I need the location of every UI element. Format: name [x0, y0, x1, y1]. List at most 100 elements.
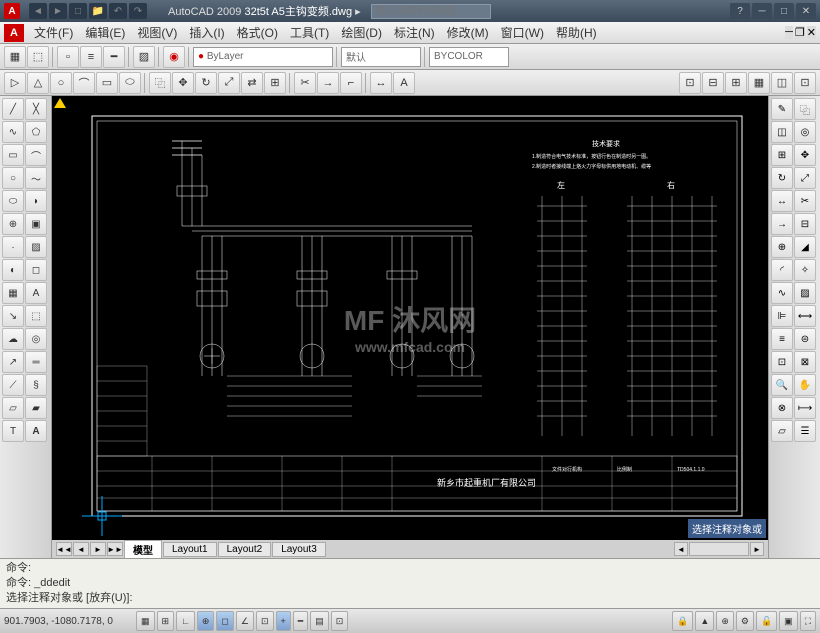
- draw-xline-icon[interactable]: ╳: [25, 98, 47, 120]
- toolbar-lock-button[interactable]: 🔓: [756, 611, 777, 631]
- draw-leader-icon[interactable]: ↘: [2, 305, 24, 327]
- draw-block-icon[interactable]: ▣: [25, 213, 47, 235]
- command-window[interactable]: 命令: 命令: _ddedit 选择注释对象或 [放弃(U)]:: [0, 558, 820, 608]
- menu-draw[interactable]: 绘图(D): [335, 22, 388, 43]
- tool-array-icon[interactable]: ⊞: [264, 72, 286, 94]
- tool-extend-icon[interactable]: →: [317, 72, 339, 94]
- hscroll-left-button[interactable]: ◄: [674, 542, 688, 556]
- cmd-prompt[interactable]: 选择注释对象或 [放弃(U)]:: [6, 591, 814, 606]
- grid-toggle[interactable]: ⊞: [157, 611, 175, 631]
- tool-rotate-icon[interactable]: ↻: [195, 72, 217, 94]
- cleanscreen-button[interactable]: ⛶: [800, 611, 816, 631]
- nav-new-button[interactable]: □: [69, 3, 87, 19]
- tool-rect-icon[interactable]: ▭: [96, 72, 118, 94]
- search-input[interactable]: [371, 4, 491, 19]
- draw-boundary-icon[interactable]: ▱: [2, 397, 24, 419]
- mod-explode-icon[interactable]: ✧: [794, 259, 816, 281]
- draw-ellipsearc-icon[interactable]: ◗: [25, 190, 47, 212]
- mod-array-icon[interactable]: ⊞: [771, 144, 793, 166]
- menu-edit[interactable]: 编辑(E): [79, 22, 131, 43]
- mod-extend-icon[interactable]: →: [771, 213, 793, 235]
- draw-pline-icon[interactable]: ∿: [2, 121, 24, 143]
- mod-offset-icon[interactable]: ◎: [794, 121, 816, 143]
- mod-ungroup-icon[interactable]: ⊠: [794, 351, 816, 373]
- tab-first-button[interactable]: ◄◄: [56, 542, 72, 556]
- menu-modify[interactable]: 修改(M): [441, 22, 495, 43]
- mod-zoom-icon[interactable]: 🔍: [771, 374, 793, 396]
- menu-dimension[interactable]: 标注(N): [388, 22, 441, 43]
- drawing-canvas[interactable]: 技术要求 1.制造符合电气技术标准，按钮行色在制造时另一图。 2.制造时者接线端…: [52, 96, 768, 558]
- mod-match-icon[interactable]: ⊜: [794, 328, 816, 350]
- nav-fwd-button[interactable]: ►: [49, 3, 67, 19]
- menu-window[interactable]: 窗口(W): [495, 22, 550, 43]
- tab-model[interactable]: 模型: [124, 540, 162, 559]
- mod-chamfer-icon[interactable]: ◢: [794, 236, 816, 258]
- mod-scale-icon[interactable]: ⤢: [794, 167, 816, 189]
- tool-copy-icon[interactable]: ⿻: [149, 72, 171, 94]
- nav-open-button[interactable]: 📁: [89, 3, 107, 19]
- tool-circle-icon[interactable]: ○: [50, 72, 72, 94]
- tool-view5-icon[interactable]: ◫: [771, 72, 793, 94]
- draw-point-icon[interactable]: ·: [2, 236, 24, 258]
- layer-dropdown[interactable]: ● ByLayer: [193, 47, 333, 67]
- tab-prev-button[interactable]: ◄: [73, 542, 89, 556]
- hscroll-right-button[interactable]: ►: [750, 542, 764, 556]
- draw-polygon-icon[interactable]: ⬠: [25, 121, 47, 143]
- tool-text-icon[interactable]: A: [393, 72, 415, 94]
- nav-back-button[interactable]: ◄: [29, 3, 47, 19]
- otrack-toggle[interactable]: ∠: [236, 611, 254, 631]
- color-dropdown[interactable]: BYCOLOR: [429, 47, 509, 67]
- polar-toggle[interactable]: ⊕: [197, 611, 215, 631]
- draw-solid-icon[interactable]: ▰: [25, 397, 47, 419]
- draw-3dpoly-icon[interactable]: ⟋: [2, 374, 24, 396]
- mod-stretch-icon[interactable]: ↔: [771, 190, 793, 212]
- draw-region-icon[interactable]: ◻: [25, 259, 47, 281]
- mod-pan-icon[interactable]: ✋: [794, 374, 816, 396]
- mod-3dorbit-icon[interactable]: ⊗: [771, 397, 793, 419]
- tool-fillet-icon[interactable]: ⌐: [340, 72, 362, 94]
- mod-group-icon[interactable]: ⊡: [771, 351, 793, 373]
- nav-undo-button[interactable]: ↶: [109, 3, 127, 19]
- mod-align-icon[interactable]: ⊫: [771, 305, 793, 327]
- menu-view[interactable]: 视图(V): [131, 22, 183, 43]
- tab-next-button[interactable]: ►: [90, 542, 106, 556]
- ortho-toggle[interactable]: ∟: [176, 611, 195, 631]
- tool-view1-icon[interactable]: ⊡: [679, 72, 701, 94]
- mod-pedit-icon[interactable]: ∿: [771, 282, 793, 304]
- mod-dist-icon[interactable]: ⟼: [794, 397, 816, 419]
- tool-color-button[interactable]: ▫: [57, 46, 79, 68]
- doc-restore-button[interactable]: ❐: [795, 26, 805, 39]
- draw-helix-icon[interactable]: §: [25, 374, 47, 396]
- draw-ray-icon[interactable]: ↗: [2, 351, 24, 373]
- draw-wipeout-icon[interactable]: ⬚: [25, 305, 47, 327]
- draw-line-icon[interactable]: ╱: [2, 98, 24, 120]
- mod-lengthen-icon[interactable]: ⟷: [794, 305, 816, 327]
- draw-gradient-icon[interactable]: ◐: [2, 259, 24, 281]
- draw-spline-icon[interactable]: 〜: [25, 167, 47, 189]
- linetype-dropdown[interactable]: 默认: [341, 47, 421, 67]
- menu-app-icon[interactable]: A: [4, 24, 24, 42]
- qp-toggle[interactable]: ▤: [310, 611, 329, 631]
- mod-move-icon[interactable]: ✥: [794, 144, 816, 166]
- draw-ellipse-icon[interactable]: ⬭: [2, 190, 24, 212]
- draw-rect-icon[interactable]: ▭: [2, 144, 24, 166]
- osnap-toggle[interactable]: ◻: [216, 611, 233, 631]
- mod-rotate-icon[interactable]: ↻: [771, 167, 793, 189]
- annoauto-button[interactable]: ⊕: [716, 611, 734, 631]
- tool-view4-icon[interactable]: ▦: [748, 72, 770, 94]
- hardware-accel-button[interactable]: ▣: [779, 611, 798, 631]
- tool-layer-button[interactable]: ▦: [4, 46, 26, 68]
- mod-list-icon[interactable]: ☰: [794, 420, 816, 442]
- draw-circle-icon[interactable]: ○: [2, 167, 24, 189]
- ducs-toggle[interactable]: ⊡: [256, 611, 274, 631]
- mod-trim-icon[interactable]: ✂: [794, 190, 816, 212]
- menu-file[interactable]: 文件(F): [28, 22, 79, 43]
- draw-mline-icon[interactable]: ═: [25, 351, 47, 373]
- tool-move-icon[interactable]: ✥: [172, 72, 194, 94]
- mod-hatch-icon[interactable]: ▨: [794, 282, 816, 304]
- draw-table-icon[interactable]: ▦: [2, 282, 24, 304]
- tab-layout2[interactable]: Layout2: [218, 542, 272, 557]
- tool-polyline-icon[interactable]: △: [27, 72, 49, 94]
- app-logo-icon[interactable]: A: [4, 3, 20, 19]
- mod-fillet-icon[interactable]: ◜: [771, 259, 793, 281]
